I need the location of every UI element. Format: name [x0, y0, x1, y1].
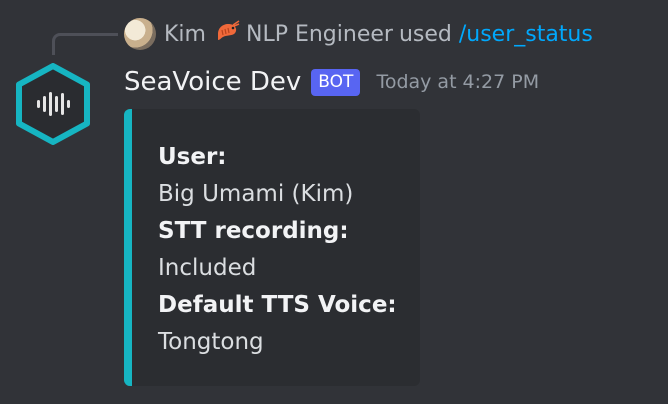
hexagon-logo-icon	[16, 63, 90, 145]
replied-user-role: NLP Engineer	[245, 21, 393, 47]
message-timestamp[interactable]: Today at 4:27 PM	[376, 71, 539, 93]
slash-command-link[interactable]: /user_status	[459, 22, 593, 47]
replied-user-avatar[interactable]	[124, 18, 156, 50]
replied-user-name[interactable]: Kim	[164, 22, 206, 47]
field-value: Included	[158, 255, 257, 281]
embed-field-default-tts-voice: Default TTS Voice: Tongtong	[158, 287, 420, 361]
field-name: Default TTS Voice:	[158, 292, 397, 318]
message-header: SeaVoice Dev BOT Today at 4:27 PM	[124, 60, 539, 104]
field-name: User:	[158, 144, 227, 170]
field-name: STT recording:	[158, 218, 349, 244]
field-value: Big Umami (Kim)	[158, 181, 354, 207]
reply-connector-line	[52, 33, 118, 55]
bot-avatar[interactable]	[15, 63, 91, 145]
embed-field-user: User: Big Umami (Kim)	[158, 139, 420, 213]
reply-reference[interactable]: Kim NLP Engineer used /user_status	[124, 16, 593, 52]
used-label: used	[398, 21, 452, 47]
bot-tag-badge: BOT	[311, 68, 361, 96]
status-embed: User: Big Umami (Kim) STT recording: Inc…	[124, 109, 420, 386]
shrimp-icon	[214, 20, 240, 48]
embed-field-stt-recording: STT recording: Included	[158, 213, 420, 287]
field-value: Tongtong	[158, 329, 264, 355]
bot-username[interactable]: SeaVoice Dev	[124, 67, 301, 97]
